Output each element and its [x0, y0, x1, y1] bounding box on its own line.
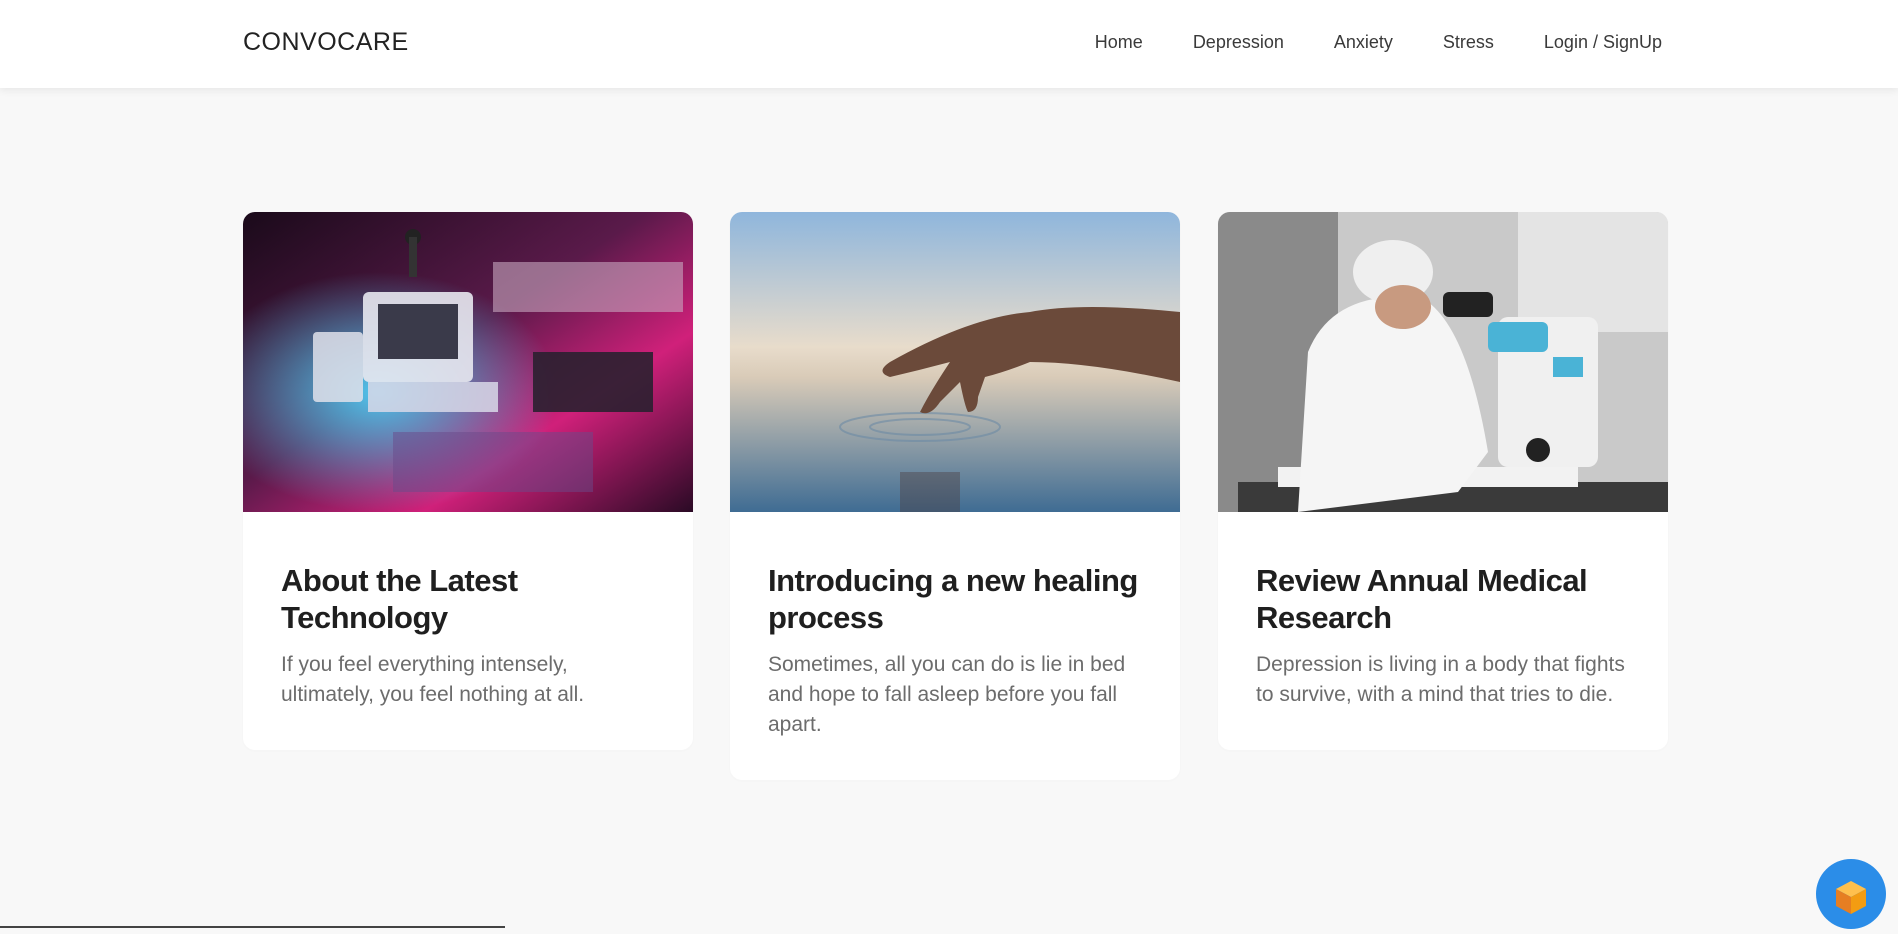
card-title[interactable]: Introducing a new healing process: [768, 562, 1142, 636]
navbar: CONVOCARE Home Depression Anxiety Stress…: [0, 0, 1898, 88]
card-body: Introducing a new healing process Someti…: [730, 512, 1180, 780]
card-text: If you feel everything intensely, ultima…: [281, 653, 585, 706]
nav-login-signup[interactable]: Login / SignUp: [1544, 32, 1662, 53]
card-body: About the Latest Technology If you feel …: [243, 512, 693, 750]
chat-launcher-button[interactable]: [1816, 859, 1886, 929]
nav-stress[interactable]: Stress: [1443, 32, 1494, 53]
hand-over-water-image: [730, 212, 1180, 512]
nav-anxiety[interactable]: Anxiety: [1334, 32, 1393, 53]
card-text: Sometimes, all you can do is lie in bed …: [768, 653, 1126, 736]
nav-depression[interactable]: Depression: [1193, 32, 1284, 53]
divider: [0, 926, 505, 928]
card-title[interactable]: Review Annual Medical Research: [1256, 562, 1630, 636]
cube-icon: [1836, 881, 1866, 914]
nav-links: Home Depression Anxiety Stress Login / S…: [1045, 32, 1662, 53]
scientist-microscope-image: [1218, 212, 1668, 512]
retro-computers-image: [243, 212, 693, 512]
card-title[interactable]: About the Latest Technology: [281, 562, 655, 636]
card-body: Review Annual Medical Research Depressio…: [1218, 512, 1668, 750]
nav-home[interactable]: Home: [1095, 32, 1143, 53]
card-text: Depression is living in a body that figh…: [1256, 653, 1625, 706]
brand-logo[interactable]: CONVOCARE: [243, 28, 409, 57]
article-card[interactable]: Introducing a new healing process Someti…: [730, 212, 1180, 780]
article-card[interactable]: Review Annual Medical Research Depressio…: [1218, 212, 1668, 750]
article-card[interactable]: About the Latest Technology If you feel …: [243, 212, 693, 750]
